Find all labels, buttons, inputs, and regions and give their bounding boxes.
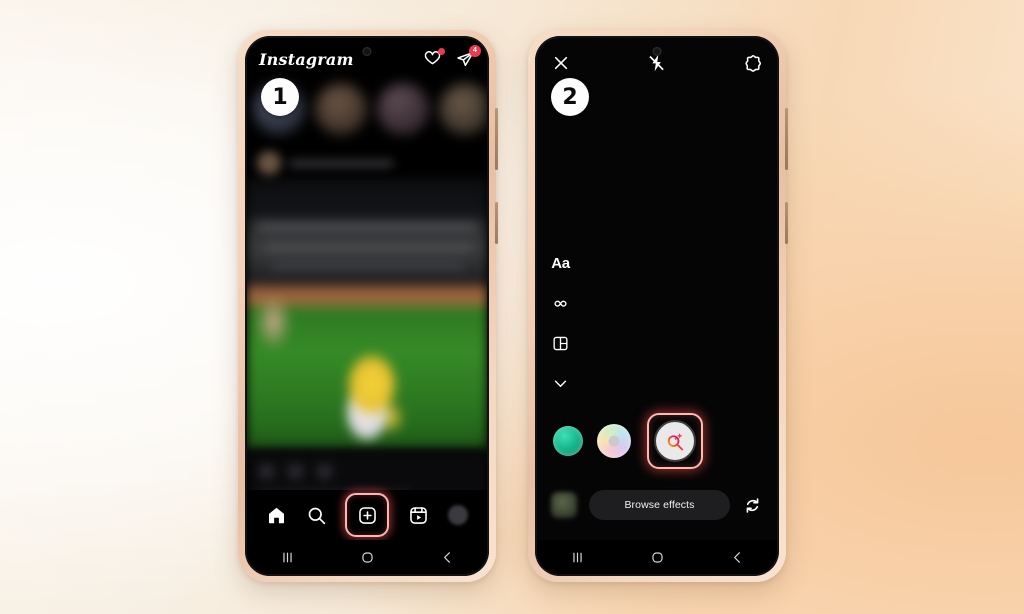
- home-icon[interactable]: [266, 505, 287, 526]
- share-icon[interactable]: [317, 464, 332, 479]
- screenshot-canvas: Instagram 4 1 Aa Browse effects 2: [0, 0, 1024, 614]
- camera-settings-icon[interactable]: [743, 53, 763, 73]
- effect-browse-search-highlight[interactable]: [647, 413, 703, 469]
- effect-thumb-rainbow[interactable]: [597, 424, 631, 458]
- volume-button[interactable]: [495, 108, 498, 170]
- camera-bottom-bar: Browse effects: [537, 470, 777, 540]
- story-avatar[interactable]: [315, 83, 367, 135]
- messenger-unread-badge: 4: [469, 44, 481, 57]
- effect-thumb-green[interactable]: [553, 426, 583, 456]
- flash-off-icon[interactable]: [647, 53, 667, 73]
- stadium-crowd-row: [256, 221, 478, 231]
- home-circle-icon[interactable]: [646, 546, 668, 568]
- effect-browse-search[interactable]: [654, 420, 696, 462]
- like-icon[interactable]: [259, 464, 274, 479]
- messenger-send-icon[interactable]: 4: [456, 44, 481, 69]
- back-chevron-icon[interactable]: [436, 546, 458, 568]
- volume-button[interactable]: [785, 108, 788, 170]
- home-circle-icon[interactable]: [356, 546, 378, 568]
- instagram-tab-bar: [247, 490, 487, 540]
- front-camera-icon: [652, 47, 662, 56]
- android-navigation-bar: [537, 540, 777, 574]
- text-tool[interactable]: Aa: [551, 254, 570, 273]
- power-button[interactable]: [785, 202, 788, 244]
- recents-icon[interactable]: [276, 546, 298, 568]
- gallery-thumbnail[interactable]: [551, 492, 577, 518]
- plus-square-icon[interactable]: [357, 505, 378, 526]
- layout-grid-icon[interactable]: [551, 334, 570, 353]
- comment-icon[interactable]: [288, 464, 303, 479]
- recents-icon[interactable]: [566, 546, 588, 568]
- phone-device-step-1: Instagram 4 1: [238, 30, 498, 582]
- infinity-icon[interactable]: [551, 294, 570, 313]
- instagram-story-camera-screen: Aa Browse effects 2: [537, 38, 777, 574]
- reels-icon[interactable]: [408, 505, 429, 526]
- story-avatar[interactable]: [377, 83, 429, 135]
- post-author-avatar[interactable]: [257, 151, 281, 175]
- effects-carousel: [537, 412, 777, 470]
- close-x-icon[interactable]: [551, 53, 571, 73]
- profile-avatar[interactable]: [447, 505, 468, 525]
- step-badge-2: 2: [551, 78, 589, 116]
- phone-1-bezel: Instagram 4 1: [245, 36, 489, 576]
- browse-effects-button[interactable]: Browse effects: [589, 490, 730, 520]
- stadium-crowd-row: [271, 262, 466, 272]
- chevron-down-icon[interactable]: [551, 374, 570, 393]
- power-button[interactable]: [495, 202, 498, 244]
- post-header[interactable]: [247, 146, 487, 180]
- instagram-top-bar: Instagram 4: [247, 38, 487, 74]
- stadium-crowd-row: [263, 243, 473, 253]
- front-camera-icon: [362, 47, 372, 56]
- heart-notification-dot: [438, 47, 445, 55]
- instagram-logo: Instagram: [259, 49, 354, 69]
- camera-top-bar: [537, 38, 777, 78]
- create-tab-highlight[interactable]: [345, 493, 390, 537]
- post-action-icons[interactable]: [259, 464, 332, 479]
- camera-tools-rail: Aa: [551, 254, 570, 393]
- step-badge-1: 1: [261, 78, 299, 116]
- post-media-image[interactable]: [247, 178, 487, 450]
- instagram-home-screen: Instagram 4 1: [247, 38, 487, 574]
- story-avatar[interactable]: [439, 83, 487, 135]
- flip-camera-icon[interactable]: [742, 495, 763, 516]
- android-navigation-bar: [247, 540, 487, 574]
- phone-device-step-2: Aa Browse effects 2: [528, 30, 788, 582]
- heart-icon[interactable]: [423, 47, 445, 69]
- top-bar-icons: 4: [423, 44, 481, 69]
- back-chevron-icon[interactable]: [726, 546, 748, 568]
- search-icon[interactable]: [306, 505, 327, 526]
- post-author-name: [289, 159, 394, 167]
- phone-2-bezel: Aa Browse effects 2: [535, 36, 779, 576]
